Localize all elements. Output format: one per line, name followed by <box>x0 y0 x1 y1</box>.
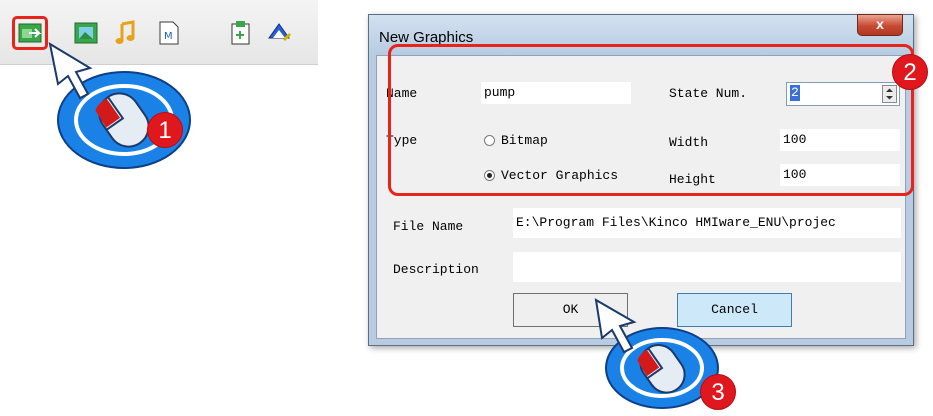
step-1-badge: 1 <box>147 112 183 148</box>
highlight-box <box>388 44 914 196</box>
step-3-badge: 3 <box>700 374 736 410</box>
fill-tool-icon[interactable] <box>266 20 292 46</box>
file-name-field[interactable]: E:\Program Files\Kinco HMIware_ENU\proje… <box>513 208 901 238</box>
step-2-badge: 2 <box>892 54 928 90</box>
mouse-overlay <box>48 41 191 169</box>
file-name-label: File Name <box>393 219 464 234</box>
description-label: Description <box>393 262 479 277</box>
clipboard-icon[interactable] <box>228 20 254 46</box>
description-input[interactable] <box>513 252 901 282</box>
close-button[interactable]: x <box>857 14 903 36</box>
